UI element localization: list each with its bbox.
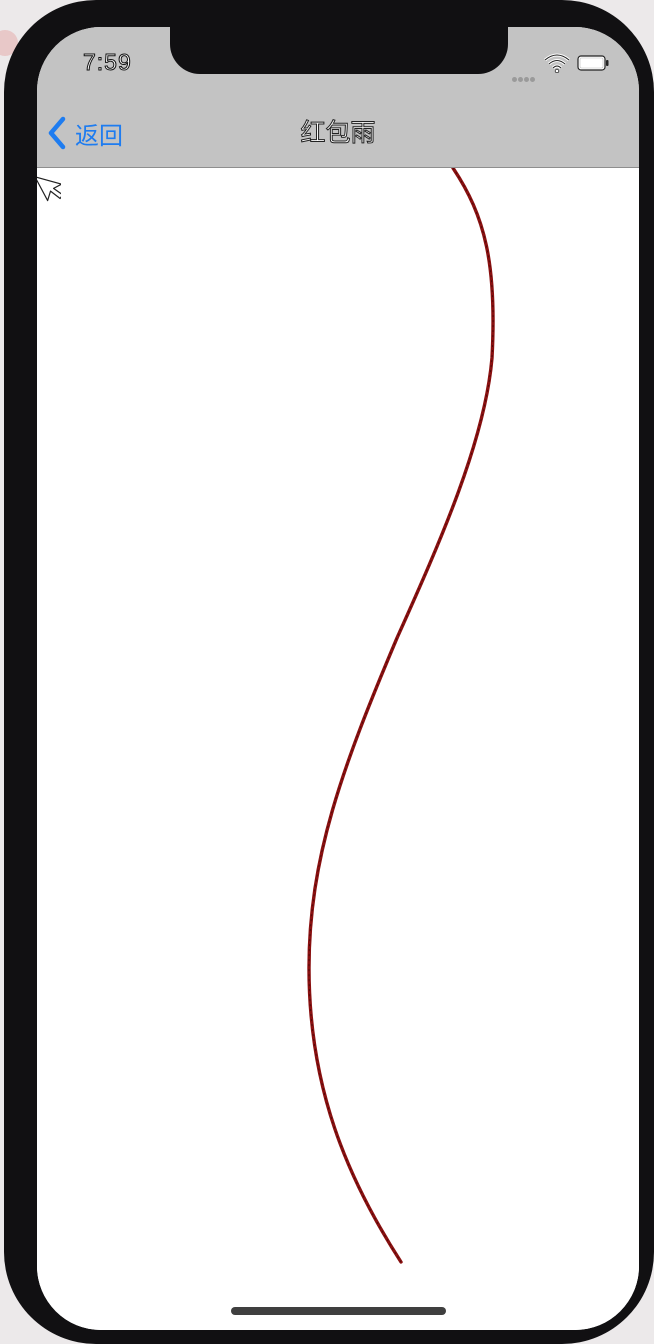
chevron-left-icon [48, 116, 66, 150]
back-button[interactable]: 返回 [47, 115, 142, 151]
trajectory-canvas [307, 168, 495, 1264]
red-envelope-trajectory-curve [307, 168, 495, 1264]
status-time: 7:59 [83, 49, 132, 76]
trajectory-curve-edge [308, 168, 494, 1263]
red-envelope-rain-view[interactable] [37, 168, 639, 1330]
signal-dots-icon [512, 67, 542, 82]
home-indicator[interactable] [231, 1307, 446, 1315]
mouse-cursor-icon [37, 176, 61, 202]
back-button-label: 返回 [75, 121, 123, 150]
wifi-icon [544, 53, 570, 73]
battery-icon [577, 55, 609, 71]
device-notch [170, 27, 508, 74]
device-screen: 7:59 返回 红包雨 [37, 27, 639, 1330]
page-title: 红包雨 [300, 118, 376, 148]
iphone-frame: 7:59 返回 红包雨 [4, 0, 654, 1344]
simulator-window: 7:59 返回 红包雨 [0, 0, 654, 1344]
